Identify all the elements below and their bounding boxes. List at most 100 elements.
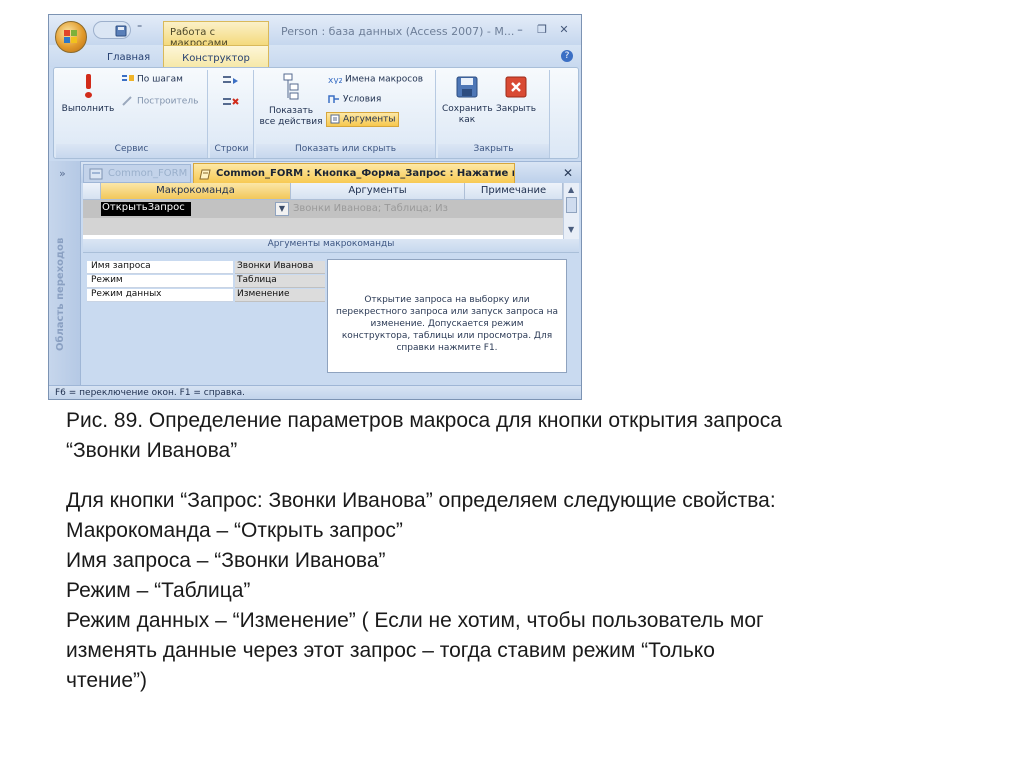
insert-rows-button[interactable] bbox=[222, 74, 240, 91]
arguments-cell[interactable]: Звонки Иванова; Таблица; Из bbox=[293, 203, 465, 214]
macro-names-button[interactable]: xyz Имена макросов bbox=[328, 74, 423, 85]
builder-label: Построитель bbox=[137, 96, 199, 107]
save-as-button[interactable]: Сохранить как bbox=[442, 74, 493, 126]
ribbon-tabs: Главная Конструктор ? bbox=[49, 45, 581, 67]
prop-data-mode[interactable]: Режим данных Изменение bbox=[87, 289, 325, 302]
office-logo-icon bbox=[64, 30, 78, 44]
table-row-empty[interactable] bbox=[83, 218, 563, 235]
window-controls: – ❐ ✕ bbox=[509, 23, 575, 36]
prop-value[interactable]: Изменение bbox=[235, 289, 325, 302]
help-text-box: Открытие запроса на выборку или перекрес… bbox=[327, 259, 567, 373]
col-header-arguments[interactable]: Аргументы bbox=[291, 183, 465, 200]
conditions-button[interactable]: Условия bbox=[328, 94, 381, 105]
delete-rows-icon bbox=[223, 98, 239, 105]
arguments-label: Аргументы bbox=[343, 114, 396, 125]
show-all-actions-button[interactable]: Показать все действия bbox=[258, 72, 324, 128]
close-document-button[interactable]: ✕ bbox=[563, 166, 573, 180]
scroll-thumb[interactable] bbox=[566, 197, 577, 213]
save-icon bbox=[115, 25, 127, 37]
scroll-down-icon[interactable]: ▼ bbox=[568, 225, 574, 234]
office-button[interactable] bbox=[55, 21, 87, 53]
group-show-hide-label: Показать или скрыть bbox=[256, 144, 435, 158]
body-line: Макрокоманда – “Открыть запрос” bbox=[66, 519, 403, 542]
tab-home[interactable]: Главная bbox=[107, 52, 150, 63]
show-all-label-1: Показать bbox=[268, 106, 314, 116]
step-icon bbox=[122, 75, 134, 81]
body-line: Имя запроса – “Звонки Иванова” bbox=[66, 549, 386, 572]
group-rows: Строки bbox=[210, 70, 254, 158]
doc-tab-common-form[interactable]: Common_FORM bbox=[83, 164, 191, 183]
window-title: Person : база данных (Access 2007) - М..… bbox=[281, 25, 515, 38]
body-line: Режим данных – “Изменение” ( Если не хот… bbox=[66, 609, 764, 632]
help-icon[interactable]: ? bbox=[561, 50, 573, 62]
navigation-pane[interactable]: » Область переходов bbox=[49, 161, 81, 385]
action-arguments-pane: Аргументы макрокоманды Имя запроса Звонк… bbox=[83, 239, 579, 385]
close-macro-button[interactable]: Закрыть bbox=[494, 74, 538, 115]
macro-icon bbox=[199, 169, 211, 180]
prop-key: Имя запроса bbox=[87, 261, 233, 274]
group-rows-label: Строки bbox=[210, 144, 253, 158]
prop-key: Режим данных bbox=[87, 289, 233, 302]
chevron-down-icon[interactable]: ▼ bbox=[275, 202, 289, 216]
col-header-macro[interactable]: Макрокоманда bbox=[101, 183, 291, 200]
save-as-label-2: как bbox=[458, 115, 476, 125]
insert-rows-icon bbox=[223, 76, 238, 84]
group-service-label: Сервис bbox=[56, 144, 207, 158]
caption-line: Рис. 89. Определение параметров макроса … bbox=[66, 409, 782, 432]
builder-button[interactable]: Построитель bbox=[122, 96, 198, 107]
document-tab-bar: Common_FORM Common_FORM : Кнопка_Форма_З… bbox=[49, 161, 581, 184]
close-window-button[interactable]: ✕ bbox=[553, 23, 575, 36]
scroll-up-icon[interactable]: ▲ bbox=[568, 185, 574, 194]
macro-names-label: Имена макросов bbox=[345, 74, 424, 85]
conditions-icon bbox=[328, 95, 339, 103]
doc-tab-active-macro[interactable]: Common_FORM : Кнопка_Форма_Запрос : Нажа… bbox=[193, 163, 515, 184]
grid-scrollbar[interactable]: ▲ ▼ bbox=[563, 183, 579, 239]
table-row[interactable]: ОткрытьЗапрос ▼ Звонки Иванова; Таблица;… bbox=[83, 200, 563, 218]
macro-names-icon: xyz bbox=[328, 76, 342, 84]
delete-rows-button[interactable] bbox=[222, 96, 240, 113]
step-label: По шагам bbox=[137, 74, 183, 85]
show-all-actions-icon bbox=[283, 73, 299, 100]
action-arguments-title: Аргументы макрокоманды bbox=[83, 239, 579, 253]
nav-pane-label: Область переходов bbox=[55, 237, 66, 351]
show-all-label-2: все действия bbox=[259, 117, 323, 127]
title-bar: ⁼ Работа с макросами Person : база данны… bbox=[49, 15, 581, 49]
qat-dropdown-icon[interactable]: ⁼ bbox=[137, 23, 142, 34]
body-line: Режим – “Таблица” bbox=[66, 579, 251, 602]
macro-action-cell[interactable]: ОткрытьЗапрос bbox=[101, 202, 191, 216]
prop-value[interactable]: Таблица bbox=[235, 275, 325, 288]
row-selector-header[interactable] bbox=[83, 183, 101, 200]
exclamation-icon bbox=[83, 74, 93, 98]
minimize-button[interactable]: – bbox=[509, 23, 531, 36]
save-as-label-1: Сохранить bbox=[442, 104, 493, 114]
single-step-button[interactable]: По шагам bbox=[122, 74, 183, 85]
status-bar: F6 = переключение окон. F1 = справка. bbox=[49, 385, 581, 399]
group-close: Сохранить как Закрыть Закрыть bbox=[438, 70, 550, 158]
save-as-icon bbox=[456, 76, 478, 98]
arguments-button[interactable]: Аргументы bbox=[326, 112, 400, 127]
prop-query-name[interactable]: Имя запроса Звонки Иванова bbox=[87, 261, 325, 274]
figure-caption: Рис. 89. Определение параметров макроса … bbox=[66, 406, 966, 466]
form-icon bbox=[89, 168, 103, 180]
run-button[interactable]: Выполнить bbox=[60, 74, 116, 115]
arguments-icon bbox=[330, 114, 340, 124]
prop-view[interactable]: Режим Таблица bbox=[87, 275, 325, 288]
tab-design[interactable]: Конструктор bbox=[163, 45, 269, 67]
quick-access-toolbar[interactable] bbox=[93, 21, 131, 39]
restore-button[interactable]: ❐ bbox=[531, 23, 553, 36]
close-macro-label: Закрыть bbox=[495, 104, 537, 114]
ribbon: Выполнить По шагам Построитель Сервис Ст… bbox=[53, 67, 579, 159]
context-tab-macro-tools: Работа с макросами bbox=[163, 21, 269, 49]
col-header-comment[interactable]: Примечание bbox=[465, 183, 563, 200]
body-text: Для кнопки “Запрос: Звонки Иванова” опре… bbox=[66, 486, 966, 696]
prop-key: Режим bbox=[87, 275, 233, 288]
group-service: Выполнить По шагам Построитель Сервис bbox=[56, 70, 208, 158]
group-close-label: Закрыть bbox=[438, 144, 549, 158]
prop-value[interactable]: Звонки Иванова bbox=[235, 261, 325, 274]
access-window: ⁼ Работа с макросами Person : база данны… bbox=[48, 14, 582, 400]
svg-text:xyz: xyz bbox=[328, 76, 342, 84]
macro-grid: Макрокоманда Аргументы Примечание Открыт… bbox=[83, 183, 579, 239]
caption-line: “Звонки Иванова” bbox=[66, 439, 238, 462]
wand-icon bbox=[122, 96, 132, 106]
body-line: изменять данные через этот запрос – тогд… bbox=[66, 639, 715, 662]
